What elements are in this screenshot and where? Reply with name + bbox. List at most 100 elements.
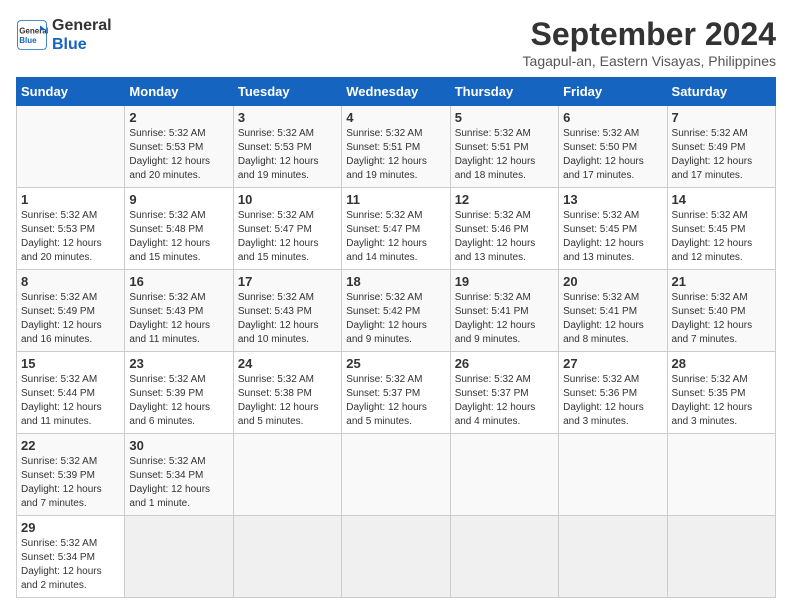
calendar-cell (125, 516, 233, 598)
calendar-cell (233, 434, 341, 516)
day-info: Sunrise: 5:32 AMSunset: 5:42 PMDaylight:… (346, 291, 445, 347)
calendar-table: Sunday Monday Tuesday Wednesday Thursday… (16, 77, 776, 598)
day-number: 15 (21, 356, 120, 371)
day-info: Sunrise: 5:32 AMSunset: 5:34 PMDaylight:… (129, 455, 228, 511)
calendar-cell (450, 516, 558, 598)
day-info: Sunrise: 5:32 AMSunset: 5:34 PMDaylight:… (21, 537, 120, 593)
calendar-cell: 21 Sunrise: 5:32 AMSunset: 5:40 PMDayligh… (667, 270, 775, 352)
day-number: 16 (129, 274, 228, 289)
calendar-cell (342, 516, 450, 598)
day-number: 11 (346, 192, 445, 207)
day-number: 27 (563, 356, 662, 371)
day-number: 26 (455, 356, 554, 371)
logo: General Blue General Blue (16, 16, 112, 54)
day-info: Sunrise: 5:32 AMSunset: 5:37 PMDaylight:… (346, 373, 445, 429)
day-number: 17 (238, 274, 337, 289)
day-number: 28 (672, 356, 771, 371)
logo-text-blue: Blue (52, 35, 112, 54)
day-number: 14 (672, 192, 771, 207)
day-info: Sunrise: 5:32 AMSunset: 5:49 PMDaylight:… (672, 127, 771, 183)
day-number: 5 (455, 110, 554, 125)
calendar-cell: 12Sunrise: 5:32 AMSunset: 5:46 PMDayligh… (450, 188, 558, 270)
svg-text:Blue: Blue (19, 36, 37, 45)
day-number: 3 (238, 110, 337, 125)
day-info: Sunrise: 5:32 AMSunset: 5:40 PMDaylight:… (672, 291, 771, 347)
location-subtitle: Tagapul-an, Eastern Visayas, Philippines (523, 53, 776, 69)
calendar-week-row: 8 Sunrise: 5:32 AMSunset: 5:49 PMDaylight… (17, 270, 776, 352)
calendar-header-row: Sunday Monday Tuesday Wednesday Thursday… (17, 78, 776, 106)
day-info: Sunrise: 5:32 AMSunset: 5:51 PMDaylight:… (346, 127, 445, 183)
day-info: Sunrise: 5:32 AMSunset: 5:41 PMDaylight:… (563, 291, 662, 347)
day-info: Sunrise: 5:32 AMSunset: 5:50 PMDaylight:… (563, 127, 662, 183)
day-number: 13 (563, 192, 662, 207)
day-info: Sunrise: 5:32 AMSunset: 5:49 PMDaylight:… (21, 291, 120, 347)
month-title: September 2024 (523, 16, 776, 53)
calendar-week-row: 15Sunrise: 5:32 AMSunset: 5:44 PMDayligh… (17, 352, 776, 434)
day-number: 10 (238, 192, 337, 207)
calendar-cell: 7 Sunrise: 5:32 AMSunset: 5:49 PMDaylight… (667, 106, 775, 188)
calendar-cell: 18Sunrise: 5:32 AMSunset: 5:42 PMDayligh… (342, 270, 450, 352)
calendar-cell: 19Sunrise: 5:32 AMSunset: 5:41 PMDayligh… (450, 270, 558, 352)
calendar-cell: 2Sunrise: 5:32 AMSunset: 5:53 PMDaylight… (125, 106, 233, 188)
calendar-cell (667, 434, 775, 516)
day-info: Sunrise: 5:32 AMSunset: 5:41 PMDaylight:… (455, 291, 554, 347)
calendar-cell (17, 106, 125, 188)
header: General Blue General Blue September 2024… (16, 16, 776, 69)
day-number: 29 (21, 520, 120, 535)
calendar-cell (667, 516, 775, 598)
day-info: Sunrise: 5:32 AMSunset: 5:48 PMDaylight:… (129, 209, 228, 265)
calendar-cell: 22Sunrise: 5:32 AMSunset: 5:39 PMDayligh… (17, 434, 125, 516)
title-area: September 2024 Tagapul-an, Eastern Visay… (523, 16, 776, 69)
day-number: 12 (455, 192, 554, 207)
calendar-cell: 1 Sunrise: 5:32 AMSunset: 5:53 PMDaylight… (17, 188, 125, 270)
day-info: Sunrise: 5:32 AMSunset: 5:47 PMDaylight:… (238, 209, 337, 265)
day-number: 4 (346, 110, 445, 125)
calendar-cell: 16 Sunrise: 5:32 AMSunset: 5:43 PMDayligh… (125, 270, 233, 352)
calendar-cell: 11 Sunrise: 5:32 AMSunset: 5:47 PMDayligh… (342, 188, 450, 270)
calendar-cell: 30Sunrise: 5:32 AMSunset: 5:34 PMDayligh… (125, 434, 233, 516)
calendar-cell: 4 Sunrise: 5:32 AMSunset: 5:51 PMDaylight… (342, 106, 450, 188)
col-tuesday: Tuesday (233, 78, 341, 106)
calendar-cell: 28Sunrise: 5:32 AMSunset: 5:35 PMDayligh… (667, 352, 775, 434)
day-number: 22 (21, 438, 120, 453)
day-info: Sunrise: 5:32 AMSunset: 5:37 PMDaylight:… (455, 373, 554, 429)
day-info: Sunrise: 5:32 AMSunset: 5:47 PMDaylight:… (346, 209, 445, 265)
day-number: 9 (129, 192, 228, 207)
calendar-cell: 20Sunrise: 5:32 AMSunset: 5:41 PMDayligh… (559, 270, 667, 352)
day-info: Sunrise: 5:32 AMSunset: 5:39 PMDaylight:… (129, 373, 228, 429)
svg-text:General: General (19, 27, 48, 36)
day-info: Sunrise: 5:32 AMSunset: 5:53 PMDaylight:… (21, 209, 120, 265)
calendar-cell: 17Sunrise: 5:32 AMSunset: 5:43 PMDayligh… (233, 270, 341, 352)
col-friday: Friday (559, 78, 667, 106)
calendar-cell: 5 Sunrise: 5:32 AMSunset: 5:51 PMDaylight… (450, 106, 558, 188)
day-info: Sunrise: 5:32 AMSunset: 5:45 PMDaylight:… (672, 209, 771, 265)
day-info: Sunrise: 5:32 AMSunset: 5:53 PMDaylight:… (238, 127, 337, 183)
day-info: Sunrise: 5:32 AMSunset: 5:36 PMDaylight:… (563, 373, 662, 429)
calendar-week-row: 2Sunrise: 5:32 AMSunset: 5:53 PMDaylight… (17, 106, 776, 188)
calendar-cell: 15Sunrise: 5:32 AMSunset: 5:44 PMDayligh… (17, 352, 125, 434)
calendar-cell (559, 516, 667, 598)
calendar-week-row: 29 Sunrise: 5:32 AMSunset: 5:34 PMDayligh… (17, 516, 776, 598)
day-number: 24 (238, 356, 337, 371)
day-number: 6 (563, 110, 662, 125)
calendar-cell: 3 Sunrise: 5:32 AMSunset: 5:53 PMDaylight… (233, 106, 341, 188)
calendar-cell: 23Sunrise: 5:32 AMSunset: 5:39 PMDayligh… (125, 352, 233, 434)
calendar-cell: 14 Sunrise: 5:32 AMSunset: 5:45 PMDayligh… (667, 188, 775, 270)
day-info: Sunrise: 5:32 AMSunset: 5:43 PMDaylight:… (129, 291, 228, 347)
col-saturday: Saturday (667, 78, 775, 106)
calendar-cell: 27 Sunrise: 5:32 AMSunset: 5:36 PMDayligh… (559, 352, 667, 434)
calendar-cell: 9 Sunrise: 5:32 AMSunset: 5:48 PMDaylight… (125, 188, 233, 270)
day-info: Sunrise: 5:32 AMSunset: 5:38 PMDaylight:… (238, 373, 337, 429)
logo-text-general: General (52, 16, 112, 35)
calendar-cell: 26 Sunrise: 5:32 AMSunset: 5:37 PMDayligh… (450, 352, 558, 434)
col-monday: Monday (125, 78, 233, 106)
day-number: 21 (672, 274, 771, 289)
calendar-cell (233, 516, 341, 598)
day-number: 1 (21, 192, 120, 207)
day-number: 8 (21, 274, 120, 289)
calendar-cell: 25Sunrise: 5:32 AMSunset: 5:37 PMDayligh… (342, 352, 450, 434)
calendar-week-row: 1 Sunrise: 5:32 AMSunset: 5:53 PMDaylight… (17, 188, 776, 270)
day-info: Sunrise: 5:32 AMSunset: 5:51 PMDaylight:… (455, 127, 554, 183)
day-number: 7 (672, 110, 771, 125)
calendar-week-row: 22Sunrise: 5:32 AMSunset: 5:39 PMDayligh… (17, 434, 776, 516)
